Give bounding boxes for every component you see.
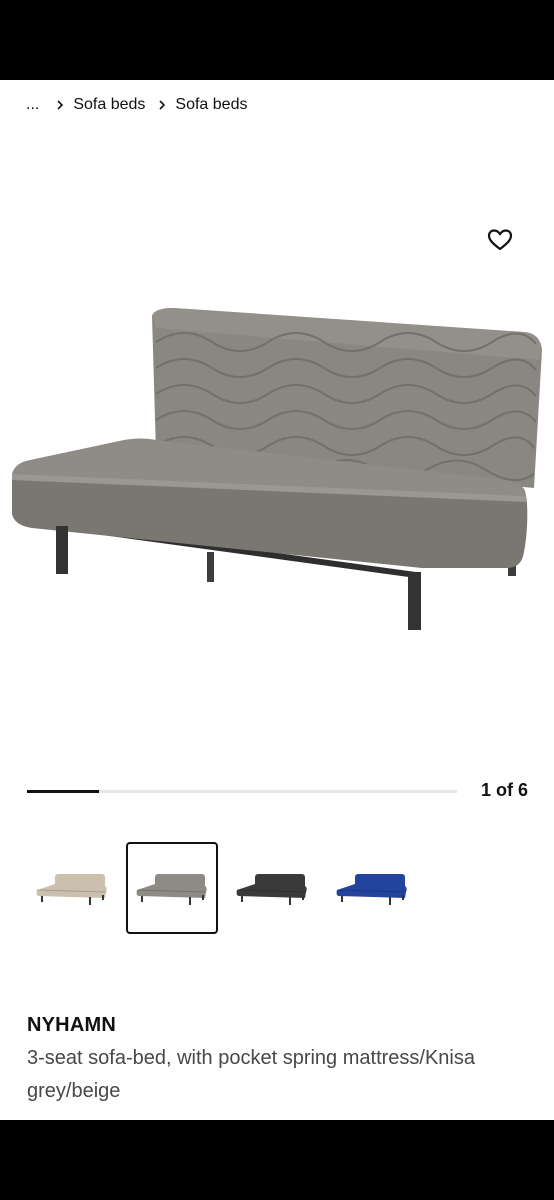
- breadcrumb-link-sofa-beds-current[interactable]: Sofa beds: [175, 96, 247, 114]
- sofa-bed-thumbnail-image: [236, 874, 307, 905]
- chevron-right-icon: [57, 100, 64, 110]
- variant-thumbnail[interactable]: [326, 842, 418, 934]
- product-title: NYHAMN: [27, 1014, 116, 1036]
- gallery-progress-bar: [27, 790, 457, 793]
- heart-icon[interactable]: [486, 226, 514, 254]
- sofa-bed-thumbnail-image: [136, 874, 207, 905]
- breadcrumb: ... Sofa beds Sofa beds: [26, 96, 259, 114]
- product-page: ... Sofa beds Sofa beds 1 of 6 NYHAMN 3-…: [0, 80, 554, 1120]
- gallery-counter: 1 of 6: [480, 780, 528, 800]
- product-description: 3-seat sofa-bed, with pocket spring matt…: [27, 1047, 475, 1102]
- sofa-bed-thumbnail-image: [336, 874, 407, 905]
- chevron-right-icon: [159, 100, 166, 110]
- variant-thumbnail[interactable]: [26, 842, 118, 934]
- sofa-bed-thumbnail-image: [36, 874, 107, 905]
- bottom-bar: [0, 1120, 554, 1200]
- variant-thumbnail[interactable]: [126, 842, 218, 934]
- gallery-progress-fill: [27, 790, 99, 793]
- variant-thumbnail[interactable]: [226, 842, 318, 934]
- variant-thumbnails: [26, 842, 526, 934]
- breadcrumb-ellipsis[interactable]: ...: [26, 96, 39, 114]
- breadcrumb-link-sofa-beds[interactable]: Sofa beds: [73, 96, 145, 114]
- status-bar: [0, 0, 554, 80]
- product-image[interactable]: [6, 302, 548, 642]
